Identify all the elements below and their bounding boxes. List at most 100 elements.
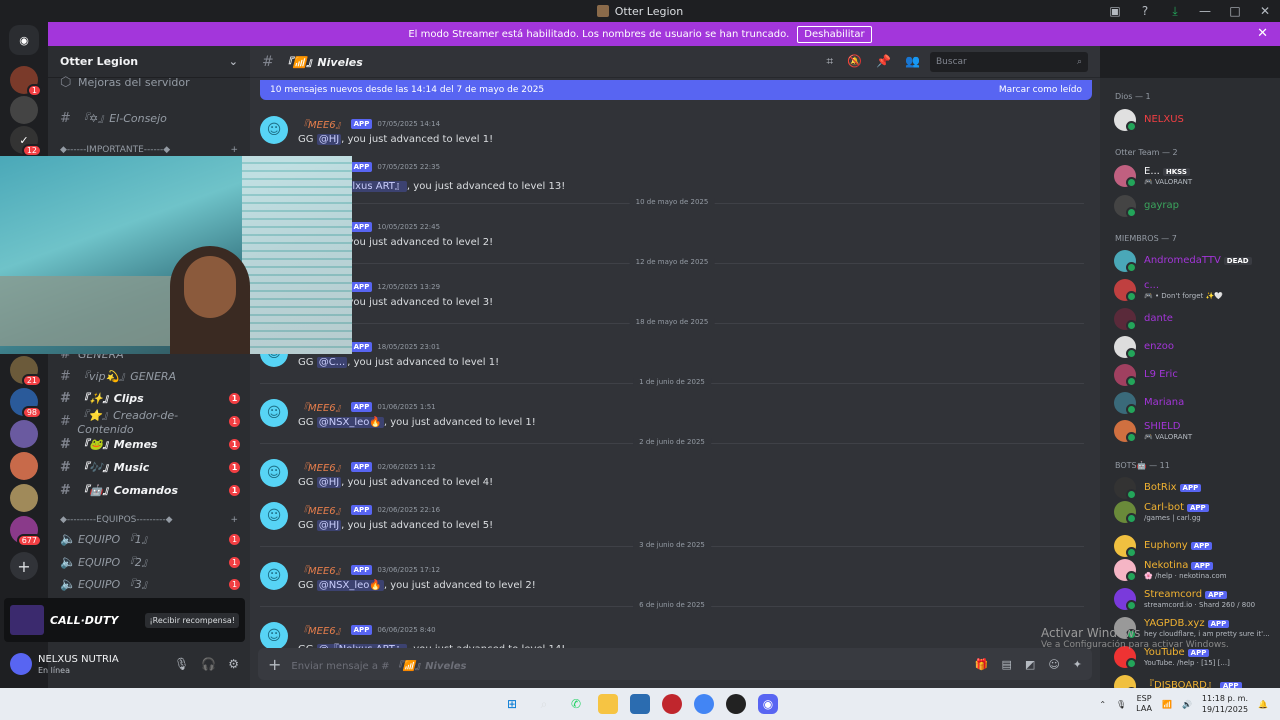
user-mention[interactable]: @HJ xyxy=(316,134,342,145)
member-item[interactable]: E... HKSS 🎮 VALORANT xyxy=(1114,165,1192,188)
gif-icon[interactable]: ▤ xyxy=(1002,658,1012,671)
message-author[interactable]: 『MEE6』 xyxy=(298,502,346,517)
add-channel-icon[interactable]: + xyxy=(230,145,238,155)
new-messages-bar[interactable]: 10 mensajes nuevos desde las 14:14 del 7… xyxy=(260,80,1092,100)
channel-consejo[interactable]: # 『✡』El-Consejo xyxy=(48,108,250,128)
bot-avatar[interactable]: ☺ xyxy=(260,502,288,530)
message[interactable]: ☺ 『MEE6』 APP 03/06/2025 17:12 GG @NSX_leo🔥, … xyxy=(260,562,536,591)
discord-home-icon[interactable]: ◉ xyxy=(9,25,39,55)
app-icon[interactable] xyxy=(662,694,682,714)
message[interactable]: ☺ 『MEE6』 APP 02/06/2025 1:12 GG @HJ, you jus… xyxy=(260,459,493,488)
member-item[interactable]: Streamcord APP streamcord.io · Shard 260 /… xyxy=(1114,588,1255,611)
channel-comandos[interactable]: # 『🤖』Comandos 1 xyxy=(48,480,250,500)
server-icon[interactable] xyxy=(10,484,38,512)
member-item[interactable]: Nekotina APP 🌸 /help · nekotina.com xyxy=(1114,559,1227,582)
volume-icon[interactable]: 🔊 xyxy=(1182,700,1192,709)
threads-icon[interactable]: ⌗ xyxy=(826,54,833,69)
discord-taskbar-icon[interactable]: ◉ xyxy=(758,694,778,714)
server-icon[interactable] xyxy=(10,96,38,124)
headphones-icon[interactable]: 🎧 xyxy=(201,657,216,671)
close-banner-icon[interactable]: ✕ xyxy=(1257,26,1268,41)
message[interactable]: ☺ 『MEE6』 APP 01/06/2025 1:51 GG @NSX_leo🔥, y… xyxy=(260,399,536,428)
voice-channel-eq2[interactable]: 🔈 EQUIPO 『2』 1 xyxy=(48,552,250,572)
server-boost-item[interactable]: ⬡ Mejoras del servidor xyxy=(48,72,250,92)
inbox-icon[interactable]: ▣ xyxy=(1100,4,1130,18)
category-equipos[interactable]: ◆---------EQUIPOS---------◆ + xyxy=(48,512,250,528)
chevron-up-icon[interactable]: ⌃ xyxy=(1099,700,1106,709)
message-composer[interactable]: + Enviar mensaje a # 『📶』Niveles 🎁 ▤ ◩ ☺ … xyxy=(258,648,1092,680)
microphone-icon[interactable]: 🎙 xyxy=(1116,700,1126,709)
bot-avatar[interactable]: ☺ xyxy=(260,622,288,650)
server-icon[interactable]: ✓ 12 xyxy=(10,126,42,157)
member-item[interactable]: NELXUS xyxy=(1114,109,1184,132)
gift-icon[interactable]: 🎁 xyxy=(975,658,989,671)
message[interactable]: ☺ 『MEE6』 APP 07/05/2025 14:14 GG @HJ, you ju… xyxy=(260,116,493,145)
close-button[interactable]: ✕ xyxy=(1250,4,1280,18)
notification-bell-icon[interactable]: 🔕 xyxy=(847,54,862,69)
message-input[interactable]: Enviar mensaje a # 『📶』Niveles xyxy=(291,657,466,672)
add-channel-icon[interactable]: + xyxy=(230,515,238,525)
server-icon[interactable]: 98 xyxy=(10,388,42,419)
game-promo-card[interactable]: CALL·DUTY ¡Recibir recompensa! xyxy=(4,598,245,642)
pin-icon[interactable]: 📌 xyxy=(876,54,891,69)
language-indicator[interactable]: ESP LAA xyxy=(1136,694,1152,714)
disable-streamer-button[interactable]: Deshabilitar xyxy=(797,25,872,43)
bot-avatar[interactable]: ☺ xyxy=(260,562,288,590)
message-author[interactable]: 『MEE6』 xyxy=(298,399,346,414)
help-icon[interactable]: ? xyxy=(1130,4,1160,18)
server-icon[interactable] xyxy=(10,420,38,448)
server-icon[interactable]: 1 xyxy=(10,66,42,97)
add-server-icon[interactable]: + xyxy=(10,552,38,580)
user-mention[interactable]: @NSX_leo🔥 xyxy=(316,417,384,428)
file-explorer-icon[interactable] xyxy=(598,694,618,714)
claim-reward-button[interactable]: ¡Recibir recompensa! xyxy=(145,612,239,628)
notification-bell-icon[interactable]: 🔔 xyxy=(1258,700,1268,709)
member-list-icon[interactable]: 👥 xyxy=(905,54,920,69)
maximize-button[interactable]: □ xyxy=(1220,4,1250,18)
user-mention[interactable]: @HJ xyxy=(316,520,342,531)
member-item[interactable]: gayrap xyxy=(1114,195,1179,218)
app-icon[interactable] xyxy=(726,694,746,714)
bot-avatar[interactable]: ☺ xyxy=(260,459,288,487)
store-icon[interactable] xyxy=(630,694,650,714)
voice-channel-eq1[interactable]: 🔈 EQUIPO 『1』 1 xyxy=(48,529,250,549)
message-author[interactable]: 『MEE6』 xyxy=(298,116,346,131)
minimize-button[interactable]: — xyxy=(1190,4,1220,18)
bot-avatar[interactable]: ☺ xyxy=(260,399,288,427)
server-icon[interactable]: 21 xyxy=(10,356,42,387)
member-item[interactable]: AndromedaTTV DEAD xyxy=(1114,250,1252,273)
member-item[interactable]: Carl-bot APP/games | carl.gg xyxy=(1114,501,1209,524)
whatsapp-icon[interactable]: ✆ xyxy=(566,694,586,714)
voice-channel-eq3[interactable]: 🔈 EQUIPO 『3』 1 xyxy=(48,574,250,594)
message[interactable]: ☺ 『MEE6』 APP 02/06/2025 22:16 GG @HJ, you ju… xyxy=(260,502,493,531)
attach-plus-icon[interactable]: + xyxy=(268,655,281,674)
server-icon[interactable] xyxy=(10,452,38,480)
wifi-icon[interactable]: 📶 xyxy=(1162,700,1172,709)
emoji-icon[interactable]: ☺ xyxy=(1048,658,1059,671)
chrome-icon[interactable] xyxy=(694,694,714,714)
message-author[interactable]: 『MEE6』 xyxy=(298,562,346,577)
gear-icon[interactable]: ⚙ xyxy=(228,657,239,671)
message-author[interactable]: 『MEE6』 xyxy=(298,622,346,637)
member-item[interactable]: dante xyxy=(1114,308,1173,331)
server-icon[interactable]: 677 xyxy=(10,516,42,547)
member-item[interactable]: c... 🎮 • Don't forget ✨🤍 xyxy=(1114,279,1223,302)
sticker-icon[interactable]: ◩ xyxy=(1025,658,1035,671)
apps-icon[interactable]: ✦ xyxy=(1073,658,1082,671)
member-item[interactable]: enzoo xyxy=(1114,336,1174,359)
user-mention[interactable]: @NSX_leo🔥 xyxy=(316,580,384,591)
bot-avatar[interactable]: ☺ xyxy=(260,116,288,144)
clock[interactable]: 11:18 p. m. 19/11/2025 xyxy=(1202,693,1248,715)
member-item[interactable]: Mariana xyxy=(1114,392,1184,415)
channel-vip-genera[interactable]: # 『vip💫』GENERA xyxy=(48,366,250,386)
channel-memes[interactable]: # 『🐸』Memes 1 xyxy=(48,434,250,454)
user-mention[interactable]: @HJ xyxy=(316,477,342,488)
member-item[interactable]: SHIELD 🎮 VALORANT xyxy=(1114,420,1192,443)
avatar[interactable] xyxy=(10,653,32,675)
channel-creador[interactable]: # 『⭐』Creador-de-Contenido 1 xyxy=(48,409,250,436)
member-item[interactable]: L9 Eric xyxy=(1114,364,1178,387)
mark-as-read-button[interactable]: Marcar como leído xyxy=(999,85,1082,95)
member-item[interactable]: Euphony APP xyxy=(1114,535,1213,558)
channel-music[interactable]: # 『🎶』Music 1 xyxy=(48,457,250,477)
windows-start-icon[interactable]: ⊞ xyxy=(502,694,522,714)
